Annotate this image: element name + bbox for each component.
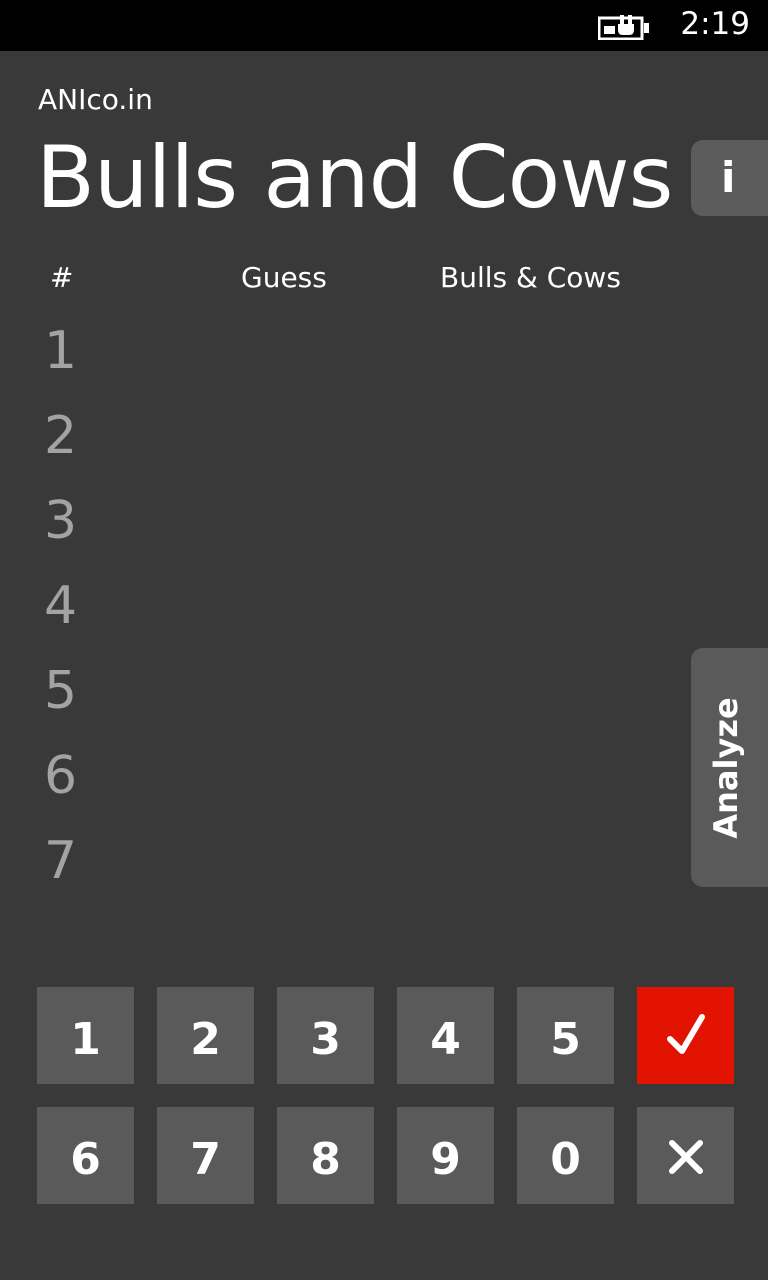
column-header-guess: Guess <box>241 261 327 294</box>
status-time: 2:19 <box>680 6 750 42</box>
row-number: 2 <box>44 406 78 466</box>
digit-key-8[interactable]: 8 <box>277 1107 374 1204</box>
row-number: 7 <box>44 831 78 891</box>
submit-button[interactable] <box>637 987 734 1084</box>
app-name: ANIco.in <box>38 83 153 116</box>
row-number: 1 <box>44 321 78 381</box>
page-title: Bulls and Cows <box>36 128 673 228</box>
digit-key-3[interactable]: 3 <box>277 987 374 1084</box>
digit-key-0[interactable]: 0 <box>517 1107 614 1204</box>
row-number: 6 <box>44 746 78 806</box>
column-header-bulls-cows: Bulls & Cows <box>440 261 621 294</box>
guess-row-list: 1 2 3 4 5 6 7 <box>44 320 114 915</box>
clear-button[interactable] <box>637 1107 734 1204</box>
number-keypad: 1 2 3 4 5 6 7 8 9 0 <box>37 987 735 1205</box>
digit-key-6[interactable]: 6 <box>37 1107 134 1204</box>
close-icon <box>637 1107 734 1204</box>
check-icon <box>637 987 734 1084</box>
digit-key-7[interactable]: 7 <box>157 1107 254 1204</box>
digit-key-4[interactable]: 4 <box>397 987 494 1084</box>
row-number: 4 <box>44 576 78 636</box>
digit-key-9[interactable]: 9 <box>397 1107 494 1204</box>
battery-charging-icon <box>597 12 652 41</box>
digit-key-5[interactable]: 5 <box>517 987 614 1084</box>
info-button[interactable]: i <box>691 140 768 216</box>
analyze-label: Analyze <box>707 697 745 839</box>
row-number: 5 <box>44 661 78 721</box>
column-header-number: # <box>50 261 74 294</box>
digit-key-2[interactable]: 2 <box>157 987 254 1084</box>
status-bar: 2:19 <box>0 0 768 51</box>
digit-key-1[interactable]: 1 <box>37 987 134 1084</box>
row-number: 3 <box>44 491 78 551</box>
analyze-button[interactable]: Analyze <box>691 648 768 887</box>
